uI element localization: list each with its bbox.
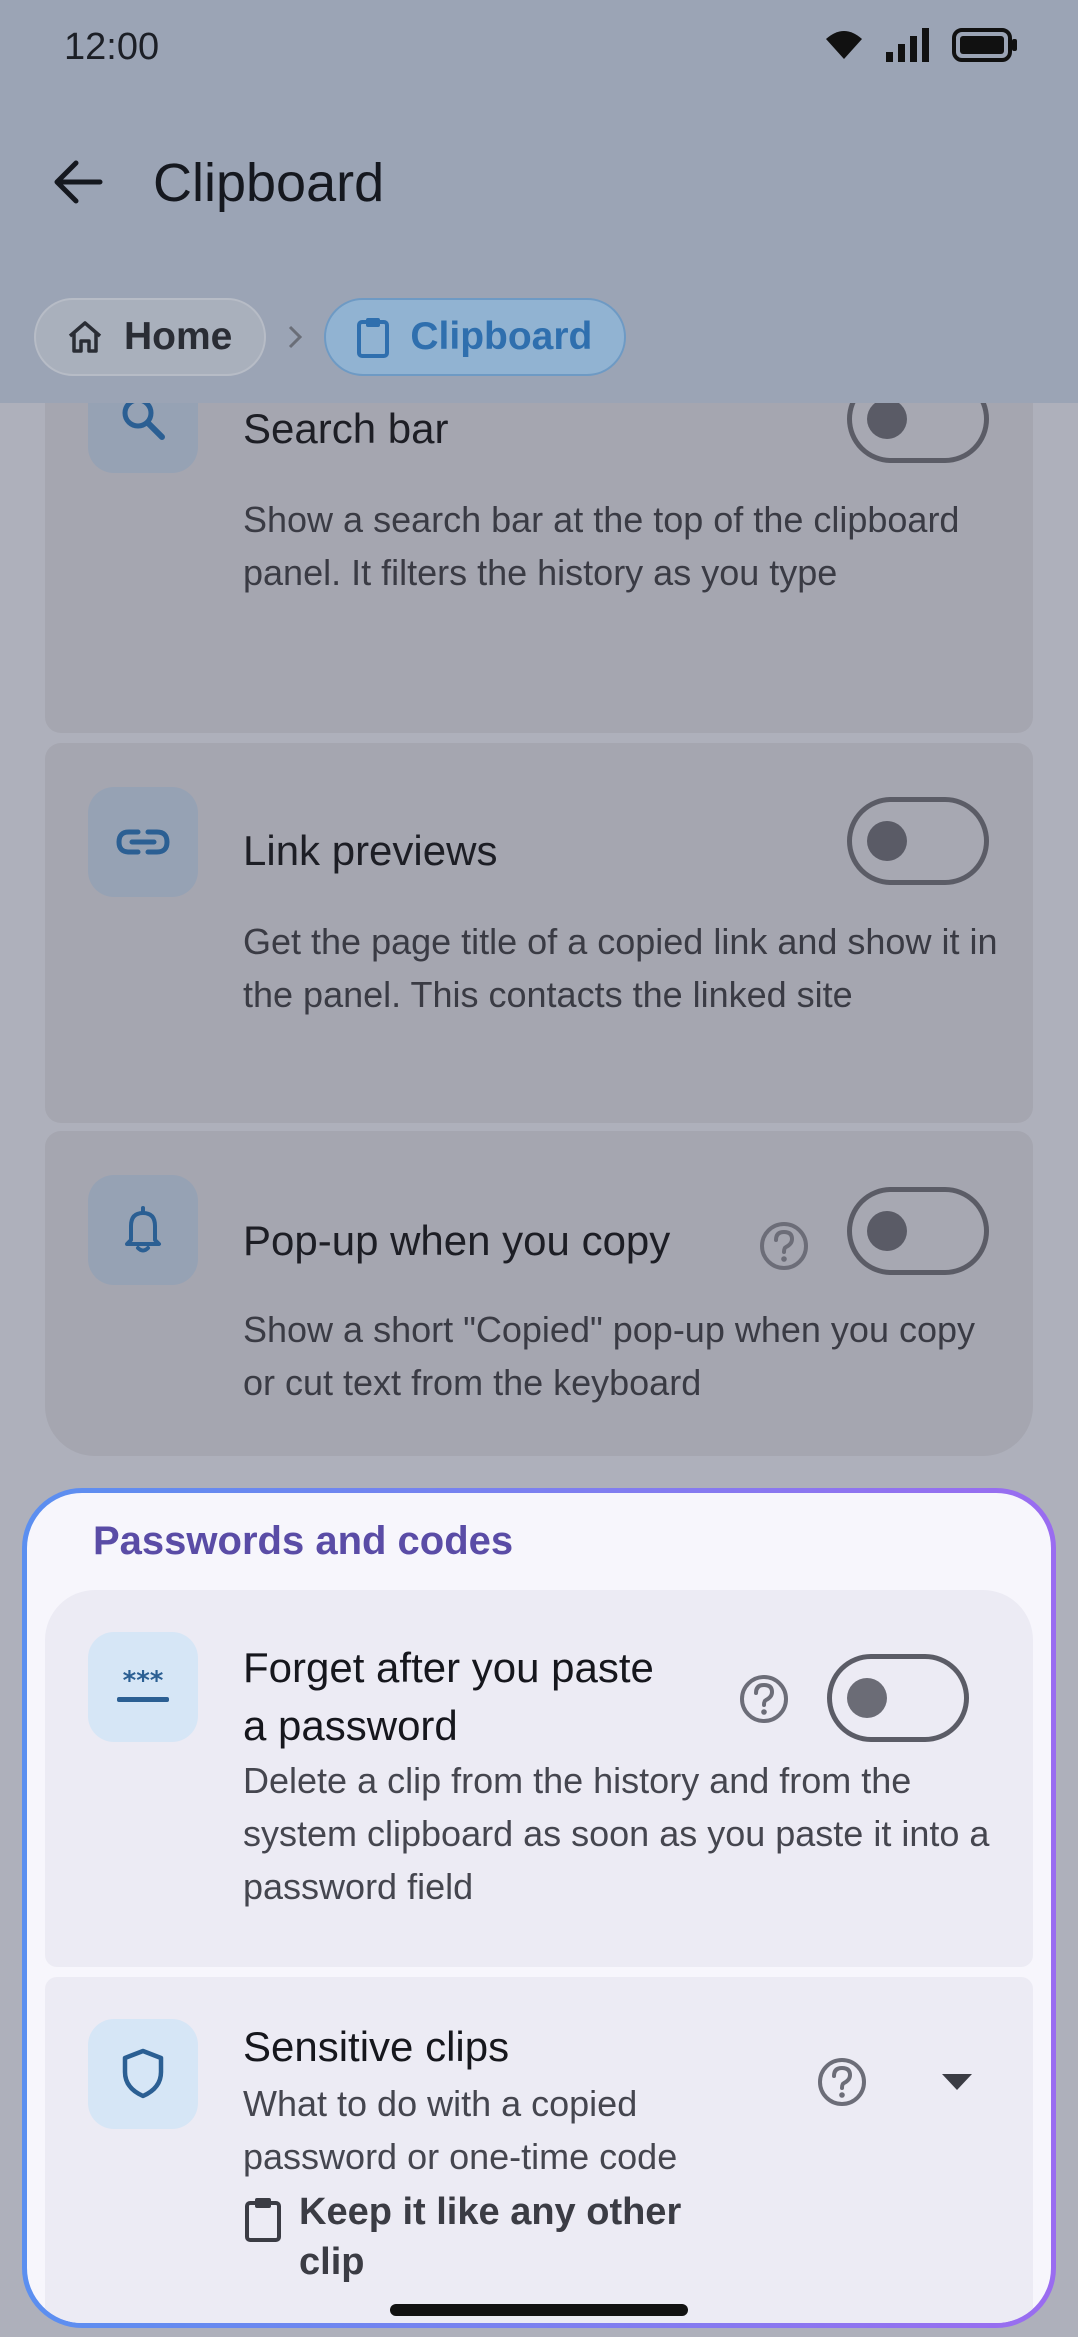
setting-icon-tile: [88, 2019, 198, 2129]
toggle-knob: [867, 1211, 907, 1251]
setting-title-line1: Forget after you paste: [243, 1644, 654, 1691]
setting-title: Search bar: [243, 405, 449, 452]
setting-row-sensitive-clips[interactable]: Sensitive clips What to do with a copied…: [45, 1977, 1033, 2323]
breadcrumb-clipboard-label: Clipboard: [410, 315, 593, 358]
setting-row-search-bar[interactable]: Search bar Show a search bar at the top …: [45, 363, 1033, 733]
home-icon: [68, 321, 102, 353]
setting-description: Get the page title of a copied link and …: [243, 921, 998, 1015]
setting-icon-tile: [88, 1175, 198, 1285]
clipboard-icon: [357, 318, 390, 358]
clipboard-icon: [245, 2198, 281, 2242]
setting-title: Link previews: [243, 827, 498, 874]
passwords-section: Passwords and codes *** Forget after you…: [27, 1493, 1051, 2323]
link-previews-toggle[interactable]: [847, 797, 989, 885]
forget-password-toggle[interactable]: [827, 1654, 969, 1742]
setting-description: Show a short "Copied" pop-up when you co…: [243, 1309, 976, 1403]
setting-description: Delete a clip from the history and from …: [243, 1760, 990, 1907]
setting-description: Show a search bar at the top of the clip…: [243, 499, 960, 593]
selected-value: Keep it like any other clip: [299, 2191, 682, 2283]
setting-icon-tile: ***: [88, 1632, 198, 1742]
section-title: Passwords and codes: [93, 1519, 514, 1563]
sensitive-clips-value[interactable]: Keep it like any other clip: [243, 2187, 719, 2287]
setting-title-line2: a password: [243, 1702, 458, 1749]
wifi-icon: [826, 31, 862, 59]
toggle-knob: [867, 821, 907, 861]
popup-copy-toggle[interactable]: [847, 1187, 989, 1275]
page-title: Clipboard: [153, 153, 385, 213]
signal-icon: [886, 28, 929, 62]
toggle-knob: [867, 399, 907, 439]
setting-row-link-previews[interactable]: Link previews Get the page title of a co…: [45, 743, 1033, 1123]
setting-title: Sensitive clips: [243, 2023, 510, 2070]
setting-icon-tile: [88, 787, 198, 897]
setting-row-popup-copy[interactable]: Pop-up when you copy Show a short "Copie…: [45, 1131, 1033, 1456]
shield-icon: [122, 2048, 164, 2099]
help-icon[interactable]: [815, 2055, 869, 2109]
help-icon[interactable]: [757, 1219, 811, 1273]
status-time: 12:00: [64, 26, 160, 68]
battery-icon: [952, 28, 1017, 62]
breadcrumb-home[interactable]: Home: [34, 298, 267, 376]
svg-text:***: ***: [123, 1667, 164, 1696]
setting-description: What to do with a copied password or one…: [243, 2083, 678, 2177]
breadcrumb-separator: [266, 324, 324, 350]
status-bar: 12:00: [0, 0, 1078, 96]
back-button[interactable]: [36, 140, 120, 224]
home-indicator[interactable]: [390, 2304, 688, 2316]
top-app-bar: 12:00 Clipboard Home Clipboard: [0, 0, 1078, 403]
toggle-knob: [847, 1678, 887, 1718]
breadcrumb-clipboard[interactable]: Clipboard: [324, 298, 627, 376]
breadcrumb: Home Clipboard: [34, 298, 627, 376]
link-icon: [116, 829, 170, 855]
breadcrumb-home-label: Home: [124, 315, 233, 358]
chevron-down-icon: [942, 2074, 972, 2090]
status-icons: [824, 28, 1018, 62]
arrow-back-icon: [54, 160, 103, 204]
password-icon: ***: [117, 1667, 169, 1702]
passwords-section-panel: Passwords and codes *** Forget after you…: [22, 1488, 1056, 2328]
setting-title: Pop-up when you copy: [243, 1217, 671, 1264]
dropdown-button[interactable]: [927, 2052, 987, 2112]
setting-row-forget-password[interactable]: *** Forget after you paste a password De…: [45, 1590, 1033, 1967]
help-icon[interactable]: [737, 1672, 791, 1726]
bell-icon: [125, 1206, 161, 1253]
chevron-right-icon: [289, 325, 303, 349]
